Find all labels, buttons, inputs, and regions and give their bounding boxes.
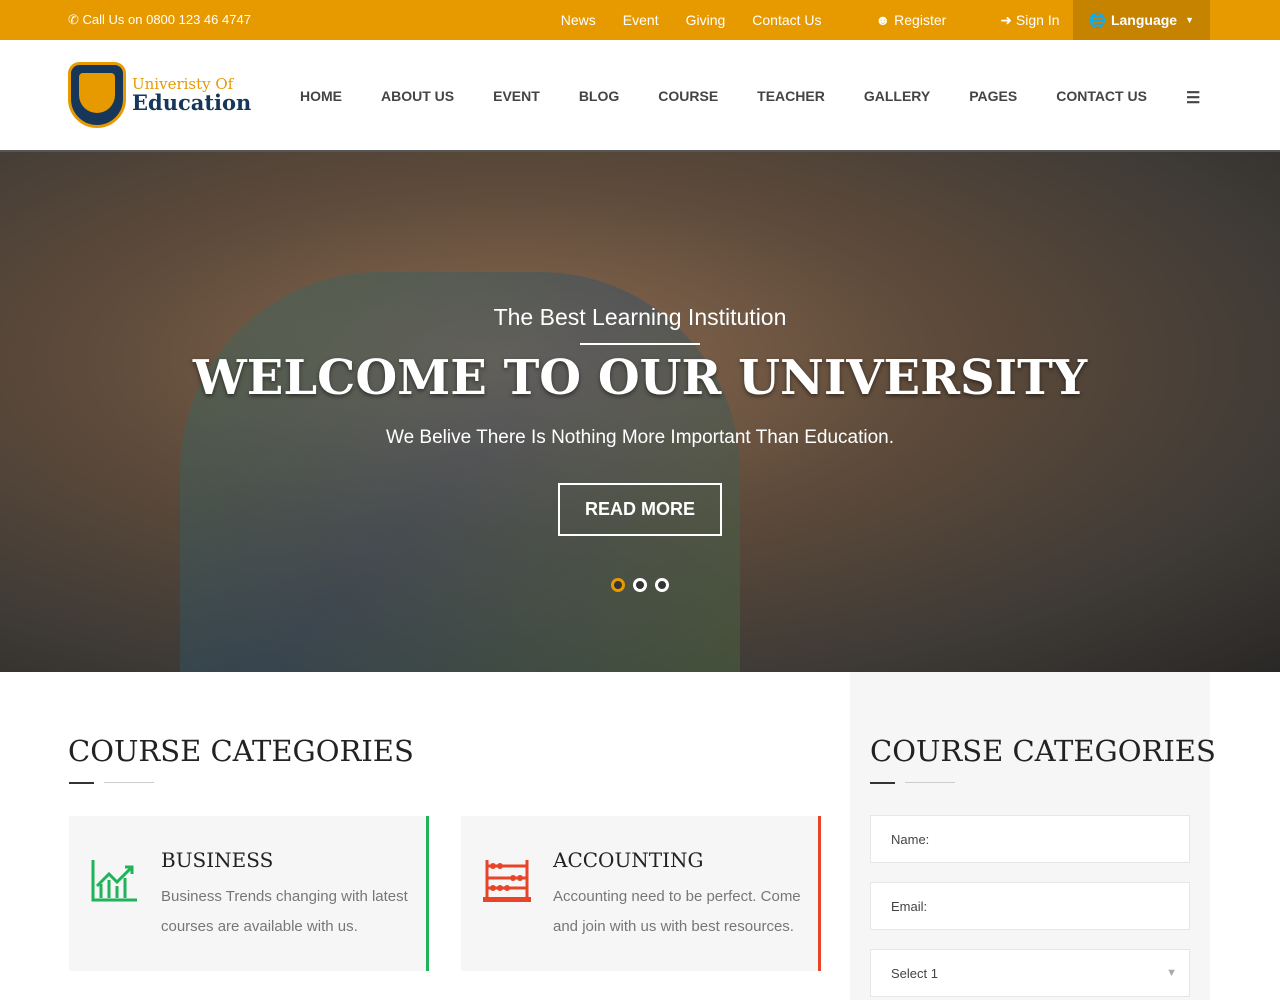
- phone-contact: ✆ Call Us on 0800 123 46 4747: [68, 12, 251, 27]
- hero-description: We Belive There Is Nothing More Importan…: [386, 427, 894, 448]
- nav-about[interactable]: ABOUT US: [381, 88, 454, 108]
- nav-pages[interactable]: PAGES: [969, 88, 1017, 108]
- section-heading: COURSE CATEGORIES: [68, 734, 414, 768]
- sidebar-underline-light: [905, 782, 955, 783]
- logo[interactable]: Univeristy Of Education: [68, 62, 251, 128]
- card-text: Business Trends changing with latest cou…: [161, 888, 408, 935]
- slider-dot-1[interactable]: [611, 578, 625, 592]
- hero-slider: The Best Learning Institution WELCOME TO…: [0, 152, 1280, 672]
- sidebar-underline: [870, 782, 895, 784]
- top-link-news[interactable]: News: [561, 12, 596, 28]
- caret-down-icon: ▼: [1166, 967, 1177, 979]
- language-label: Language: [1110, 12, 1178, 28]
- slider-dots: [611, 578, 677, 592]
- nav-blog[interactable]: BLOG: [579, 88, 619, 108]
- top-bar: ✆ Call Us on 0800 123 46 4747 News Event…: [0, 0, 1280, 40]
- hero-divider: [580, 343, 700, 345]
- sign-in-label: Sign In: [1015, 11, 1060, 28]
- header: Univeristy Of Education HOME ABOUT US EVE…: [0, 40, 1280, 152]
- hero-subtitle: The Best Learning Institution: [493, 304, 787, 330]
- nav-gallery[interactable]: GALLERY: [864, 88, 930, 108]
- register-label: Register: [894, 12, 947, 28]
- sign-in-icon: ➜: [1000, 11, 1013, 28]
- name-input[interactable]: Name:: [870, 815, 1190, 863]
- card-title: ACCOUNTING: [553, 848, 704, 872]
- user-icon: ☻: [875, 12, 891, 28]
- globe-icon: 🌐: [1088, 11, 1106, 28]
- top-link-giving[interactable]: Giving: [686, 12, 726, 28]
- category-card-business[interactable]: BUSINESS Business Trends changing with l…: [69, 816, 429, 971]
- nav-home[interactable]: HOME: [300, 88, 342, 108]
- top-link-event[interactable]: Event: [623, 12, 659, 28]
- shield-logo-icon: [68, 62, 126, 128]
- caret-down-icon: ▼: [1185, 15, 1194, 25]
- sidebar-heading: COURSE CATEGORIES: [870, 734, 1216, 768]
- menu-icon[interactable]: ☰: [1186, 88, 1200, 108]
- sign-in-link[interactable]: ➜ Sign In: [973, 12, 1059, 29]
- phone-text: Call Us on 0800 123 46 4747: [82, 12, 251, 27]
- abacus-icon: [483, 860, 531, 902]
- slider-dot-3[interactable]: [655, 578, 669, 592]
- nav-contact[interactable]: CONTACT US: [1056, 88, 1147, 108]
- hero-title: WELCOME TO OUR UNIVERSITY: [192, 350, 1088, 406]
- top-link-contact[interactable]: Contact Us: [752, 12, 821, 28]
- select-value: Select 1: [891, 966, 938, 981]
- language-dropdown[interactable]: 🌐 Language ▼: [1072, 0, 1210, 40]
- email-input[interactable]: Email:: [870, 882, 1190, 930]
- hero-background-image: [180, 272, 740, 672]
- heading-underline: [69, 782, 94, 784]
- nav-event[interactable]: EVENT: [493, 88, 540, 108]
- nav-course[interactable]: COURSE: [658, 88, 718, 108]
- nav-teacher[interactable]: TEACHER: [757, 88, 825, 108]
- slider-dot-2[interactable]: [633, 578, 647, 592]
- heading-underline-light: [104, 782, 154, 783]
- category-card-accounting[interactable]: ACCOUNTING Accounting need to be perfect…: [461, 816, 821, 971]
- register-link[interactable]: ☻ Register: [849, 12, 947, 28]
- card-text: Accounting need to be perfect. Come and …: [553, 888, 801, 935]
- category-select[interactable]: Select 1 ▼: [870, 949, 1190, 997]
- read-more-button[interactable]: READ MORE: [558, 483, 722, 536]
- chart-growth-icon: [91, 860, 137, 902]
- logo-line2: Education: [132, 90, 252, 115]
- card-title: BUSINESS: [161, 848, 274, 872]
- main-nav: HOME ABOUT US EVENT BLOG COURSE TEACHER …: [300, 88, 1239, 108]
